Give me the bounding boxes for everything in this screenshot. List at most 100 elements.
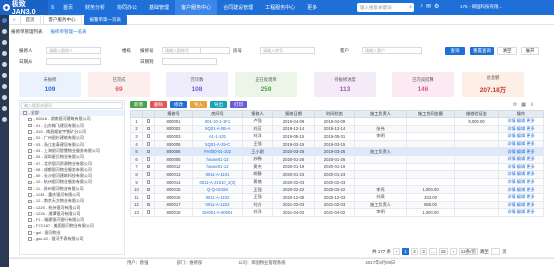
row-checkbox[interactable] xyxy=(142,200,155,210)
stat-card[interactable]: 完毕数 108 xyxy=(166,72,228,97)
checkbox[interactable] xyxy=(146,149,151,154)
column-header[interactable]: 施工负责人 xyxy=(354,110,407,118)
column-header[interactable] xyxy=(130,110,143,118)
row-checkbox[interactable] xyxy=(142,139,155,149)
tree-checkbox[interactable] xyxy=(28,168,32,172)
search-icon[interactable]: ⌕ xyxy=(409,4,412,10)
page-button[interactable]: ... xyxy=(429,248,437,255)
table-row[interactable]: 6 800008 house01-12 苏畅 2020-01-26 2020-01-26 详… xyxy=(130,154,544,164)
refresh-icon[interactable]: ⟳ xyxy=(513,102,517,108)
tree-checkbox[interactable] xyxy=(28,205,32,210)
nav-item[interactable]: 协同办公 xyxy=(111,0,143,15)
table-row[interactable]: 2 800002 XQ01-A-0B-A 刘芳 2019-12-14 2019-12-14… xyxy=(130,124,544,134)
crumb-list[interactable]: 报修单管理列表 xyxy=(11,29,43,35)
tree-checkbox[interactable] xyxy=(28,149,32,153)
table-cell[interactable]: FH000-01-102 xyxy=(192,147,243,156)
checkbox[interactable] xyxy=(146,157,151,161)
filter-button[interactable]: 查询 xyxy=(445,47,465,55)
table-cell[interactable]: XQ01-A-0B-A xyxy=(192,124,243,134)
table-row[interactable]: 13 800018 DH001-A-00001 刘洋 2021-04-02 2021-04… xyxy=(130,208,544,217)
table-cell[interactable]: XQ01-A-29-C xyxy=(192,139,243,149)
project-icon[interactable] xyxy=(2,84,7,89)
stat-card[interactable]: 已完成结算 146 xyxy=(392,72,454,97)
table-row[interactable]: 5 800006 FH000-01-102 王小刚 2020-03-26 2019-03-… xyxy=(130,147,544,156)
row-checkbox[interactable] xyxy=(142,124,155,134)
tree-checkbox[interactable] xyxy=(28,180,32,185)
row-checkbox[interactable] xyxy=(142,192,155,202)
column-header[interactable]: 报修号 xyxy=(154,110,193,118)
columns-icon[interactable]: ▦ xyxy=(521,102,526,108)
table-row[interactable]: 11 800016 0011-A-1102 王强 2020-12-08 2020-12-0… xyxy=(130,192,544,202)
system-icon[interactable] xyxy=(2,106,7,111)
tree-checkbox[interactable] xyxy=(28,142,32,147)
page-button[interactable]: 1 xyxy=(402,248,410,255)
row-checkbox[interactable] xyxy=(142,154,155,164)
row-actions[interactable]: 详情 编辑 更多 xyxy=(498,139,544,149)
column-header[interactable]: 时间状态 xyxy=(314,110,355,118)
row-actions[interactable]: 详情 编辑 更多 xyxy=(498,208,544,217)
table-cell[interactable]: DH001-A-00001 xyxy=(192,208,243,217)
table-cell[interactable]: A1-1-101 xyxy=(192,132,243,141)
tab-repair-list[interactable]: 报警单第一页表 xyxy=(83,14,128,25)
row-actions[interactable]: 详情 编辑 更多 xyxy=(498,162,544,172)
table-row[interactable]: 10 800015 Q-Q-02150 王强 2020-02-22 2020-02-22 李… xyxy=(130,185,544,194)
tabs-prev-icon[interactable]: « xyxy=(11,17,18,22)
tree-checkbox[interactable] xyxy=(28,174,32,178)
menu-toggle-icon[interactable]: ≡ xyxy=(48,0,57,15)
row-checkbox[interactable] xyxy=(142,162,155,172)
nav-item[interactable]: 首页 xyxy=(57,0,79,15)
table-cell[interactable]: 0011-A-21010_2(3) xyxy=(192,177,243,187)
table-cell[interactable]: 0011-A-1222 xyxy=(192,200,243,210)
nav-item[interactable]: 客户服务中心 xyxy=(175,0,218,15)
row-actions[interactable]: 详情 编辑 更多 xyxy=(498,132,544,141)
tab-home[interactable]: 首页 xyxy=(19,14,41,25)
base-icon[interactable] xyxy=(2,51,7,56)
row-checkbox[interactable] xyxy=(142,177,155,187)
row-actions[interactable]: 详情 编辑 更多 xyxy=(498,200,544,210)
table-row[interactable]: 7 800012 house01-12 黄杰 2020-01-19 2020-01-19 详… xyxy=(130,162,544,172)
message-icon[interactable]: ✉ xyxy=(426,3,431,10)
filter-button[interactable]: 重置查询 xyxy=(470,47,494,55)
table-cell[interactable]: 0011-A-1101 xyxy=(192,170,243,179)
toolbar-button[interactable]: 删除 xyxy=(150,101,167,108)
filter-button[interactable]: 展开 xyxy=(521,47,539,55)
filter-input[interactable]: 请输入报修人 xyxy=(46,47,101,54)
bell-icon[interactable]: ♪ xyxy=(420,3,423,10)
column-header[interactable]: 房间号 xyxy=(192,110,243,118)
toolbar-button[interactable]: 新增 xyxy=(130,101,147,108)
report-icon[interactable] xyxy=(2,95,7,100)
row-actions[interactable]: 详情 编辑 更多 xyxy=(498,177,544,187)
tree-checkbox[interactable] xyxy=(28,212,32,216)
column-header[interactable]: 报修人 xyxy=(242,110,273,118)
tree-checkbox[interactable] xyxy=(28,199,32,204)
nav-item[interactable]: 更多 xyxy=(301,0,323,15)
tree-checkbox[interactable] xyxy=(28,136,32,141)
filter-input[interactable]: 请输入房号 xyxy=(260,47,315,54)
row-actions[interactable]: 详情 编辑 更多 xyxy=(498,170,544,179)
tree-checkbox[interactable] xyxy=(28,123,32,128)
checkbox[interactable] xyxy=(146,202,151,207)
page-button[interactable]: 2 xyxy=(411,248,419,255)
checkbox[interactable] xyxy=(146,164,151,169)
top-search-input[interactable]: 输入搜索关键词 ⌕ xyxy=(357,3,414,12)
page-button[interactable]: › xyxy=(449,248,457,255)
finance-icon[interactable] xyxy=(2,29,7,34)
tree-checkbox[interactable] xyxy=(28,161,32,166)
stat-card[interactable]: 待报修进度 113 xyxy=(314,72,376,97)
service-icon[interactable] xyxy=(2,62,7,67)
checkbox[interactable] xyxy=(146,142,151,146)
table-row[interactable]: 12 800017 0011-A-1222 刘方 2021-02-03 2021-02-0… xyxy=(130,200,544,210)
toolbar-button[interactable]: 导入 xyxy=(190,101,207,108)
row-actions[interactable]: 详情 编辑 更多 xyxy=(498,117,544,126)
tree-checkbox[interactable] xyxy=(28,218,32,222)
settings-icon[interactable]: ⚙ xyxy=(434,3,439,10)
checkbox[interactable] xyxy=(146,210,151,214)
table-cell[interactable]: Q-Q-02150 xyxy=(192,185,243,194)
page-button[interactable]: 3 xyxy=(420,248,428,255)
row-checkbox[interactable] xyxy=(142,185,155,194)
nav-item[interactable]: 基础管理 xyxy=(143,0,175,15)
stat-card[interactable]: 总金额 207.18万 xyxy=(462,72,524,97)
stat-card[interactable]: 正在处理单 259 xyxy=(235,72,297,97)
tree-checkbox[interactable] xyxy=(28,193,32,197)
tree-node[interactable]: ▪ gsc-42 - 银河手表有限公司 xyxy=(20,236,124,242)
